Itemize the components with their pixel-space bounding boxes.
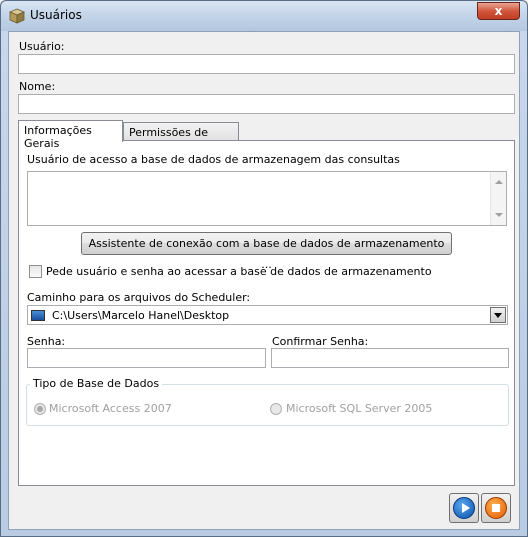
chevron-down-icon[interactable] — [490, 307, 506, 323]
close-button[interactable]: x — [477, 2, 520, 20]
scheduler-path-select[interactable]: C:\Users\Marcelo Hanel\Desktop — [27, 305, 508, 325]
tab-panel-informacoes-gerais: Usuário de acesso a base de dados de arm… — [18, 140, 515, 486]
scheduler-path-value: C:\Users\Marcelo Hanel\Desktop — [52, 309, 230, 322]
usuario-input[interactable] — [18, 54, 515, 74]
scheduler-path-label: Caminho para os arquivos do Scheduler: — [27, 291, 251, 304]
stop-icon — [485, 497, 507, 519]
scroll-up-icon[interactable] — [495, 180, 503, 184]
connection-wizard-button[interactable]: Assistente de conexão com a base de dado… — [81, 232, 452, 271]
confirmar-senha-input[interactable] — [271, 348, 509, 368]
scroll-down-icon[interactable] — [495, 213, 503, 217]
radio-sql-server-2005-label: Microsoft SQL Server 2005 — [286, 402, 433, 415]
radio-access-2007[interactable] — [34, 403, 46, 415]
tab-permissoes-acesso[interactable]: Permissões de Acesso — [123, 122, 239, 152]
cancel-button[interactable] — [481, 493, 511, 523]
app-box-icon — [9, 8, 25, 24]
db-type-legend: Tipo de Base de Dados — [30, 377, 163, 390]
usuario-label: Usuário: — [19, 40, 65, 53]
window-title: Usuários — [30, 8, 82, 22]
confirmar-senha-label: Confirmar Senha: — [272, 335, 369, 348]
play-icon — [453, 497, 475, 519]
tab-informacoes-gerais[interactable]: Informações Gerais — [18, 120, 123, 150]
senha-input[interactable] — [27, 348, 266, 368]
radio-sql-server-2005[interactable] — [270, 403, 282, 415]
nome-label: Nome: — [19, 80, 56, 93]
dialog-client-area: Usuário: Nome: Informações Gerais Permis… — [8, 31, 520, 530]
senha-label: Senha: — [27, 335, 66, 348]
ask-credentials-checkbox[interactable] — [29, 265, 42, 278]
ask-credentials-label: Pede usuário e senha ao acessar a base d… — [46, 265, 432, 278]
computer-icon — [31, 310, 45, 321]
close-icon: x — [494, 4, 503, 18]
usuarios-window: Usuários x Usuário: Nome: Informações Ge… — [0, 0, 528, 537]
radio-access-2007-label: Microsoft Access 2007 — [49, 402, 172, 415]
ok-button[interactable] — [449, 493, 479, 523]
title-bar[interactable]: Usuários x — [1, 1, 527, 31]
nome-input[interactable] — [18, 94, 515, 114]
db-user-textarea[interactable] — [27, 171, 507, 226]
db-user-scrollbar[interactable] — [490, 172, 506, 225]
db-user-label: Usuário de acesso a base de dados de arm… — [27, 153, 400, 166]
